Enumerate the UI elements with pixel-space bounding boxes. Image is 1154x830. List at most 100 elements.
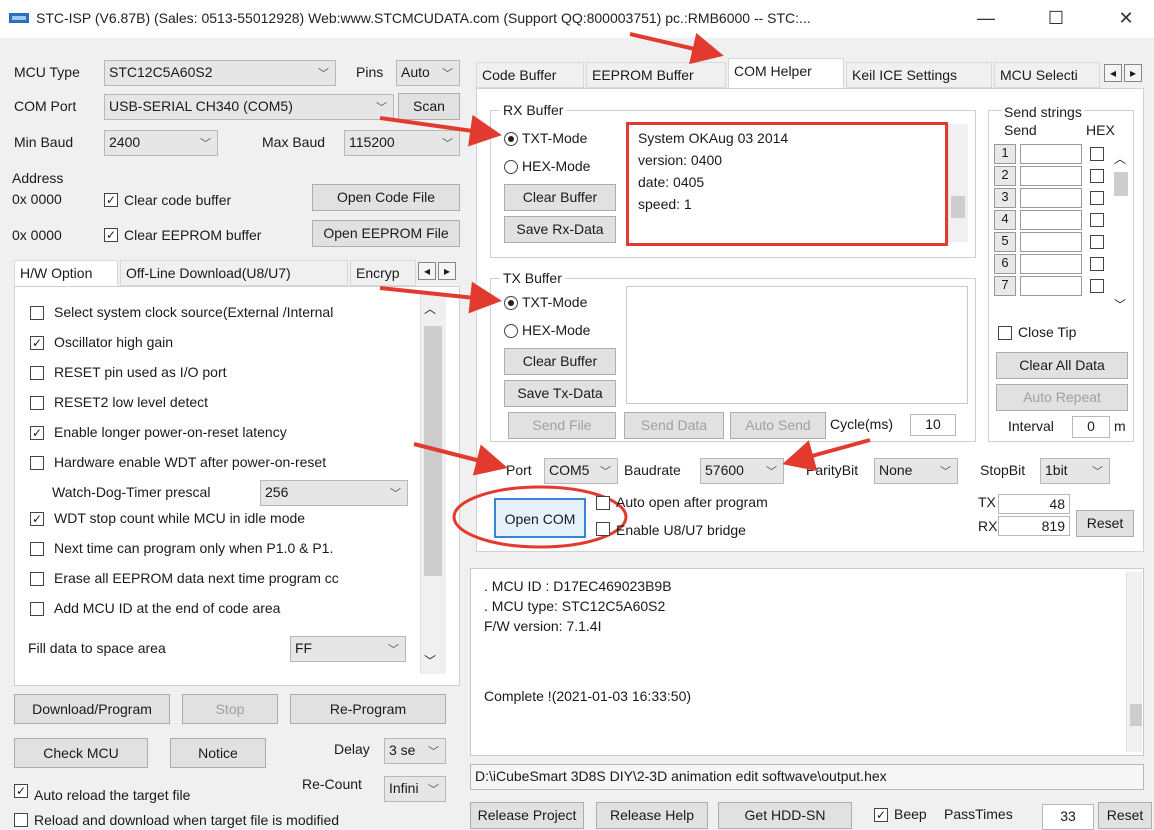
send-hex-checkbox[interactable]	[1090, 235, 1104, 249]
close-button[interactable]: ✕	[1106, 4, 1146, 32]
send-hex-checkbox[interactable]	[1090, 279, 1104, 293]
hw-option-checkbox[interactable]	[30, 602, 44, 616]
hw-option-checkbox[interactable]	[30, 366, 44, 380]
tab-scroll-right-icon[interactable]: ▸	[438, 262, 456, 280]
send-file-button[interactable]: Send File	[508, 412, 616, 439]
minimize-button[interactable]: —	[966, 4, 1006, 32]
pins-select[interactable]: Auto ﹀	[396, 60, 460, 86]
check-mcu-button[interactable]: Check MCU	[14, 738, 148, 768]
clear-all-data-button[interactable]: Clear All Data	[996, 352, 1128, 379]
cycle-input[interactable]: 10	[910, 414, 956, 436]
tx-hex-mode-radio[interactable]	[504, 324, 518, 338]
notice-button[interactable]: Notice	[170, 738, 266, 768]
code-address-field[interactable]: 0x 0000	[8, 188, 96, 214]
rx-hex-mode-radio[interactable]	[504, 160, 518, 174]
hw-option-checkbox[interactable]	[30, 396, 44, 410]
save-rx-data-button[interactable]: Save Rx-Data	[504, 216, 616, 243]
counter-reset-button[interactable]: Reset	[1076, 510, 1134, 537]
tab-code-buffer[interactable]: Code Buffer	[476, 62, 584, 88]
send-string-button[interactable]: 2	[994, 166, 1016, 186]
scroll-up-icon[interactable]: ︿	[424, 300, 436, 317]
send-hex-checkbox[interactable]	[1090, 191, 1104, 205]
send-string-input[interactable]	[1020, 232, 1082, 252]
re-program-button[interactable]: Re-Program	[290, 694, 446, 724]
rx-txt-mode-radio[interactable]	[504, 132, 518, 146]
max-baud-select[interactable]: 115200 ﹀	[344, 130, 460, 156]
open-eeprom-file-button[interactable]: Open EEPROM File	[312, 220, 460, 247]
send-string-button[interactable]: 6	[994, 254, 1016, 274]
send-string-button[interactable]: 1	[994, 144, 1016, 164]
send-string-button[interactable]: 7	[994, 276, 1016, 296]
paritybit-select[interactable]: None ﹀	[874, 458, 958, 484]
tx-data-textarea[interactable]	[626, 286, 968, 404]
send-string-button[interactable]: 4	[994, 210, 1016, 230]
mcu-type-select[interactable]: STC12C5A60S2 ﹀	[104, 60, 336, 86]
fill-data-select[interactable]: FF ﹀	[290, 636, 406, 662]
recount-select[interactable]: Infini ﹀	[384, 776, 446, 802]
release-project-button[interactable]: Release Project	[470, 802, 584, 829]
rx-scrollbar[interactable]	[948, 124, 968, 242]
send-string-input[interactable]	[1020, 276, 1082, 296]
log-scroll-thumb[interactable]	[1130, 704, 1142, 726]
tab-eeprom-buffer[interactable]: EEPROM Buffer	[586, 62, 726, 88]
tab-mcu-selection[interactable]: MCU Selecti	[994, 62, 1100, 88]
hw-option-checkbox[interactable]: ✓	[30, 426, 44, 440]
port-select[interactable]: COM5 ﹀	[544, 458, 618, 484]
reload-download-checkbox[interactable]	[14, 813, 28, 827]
hw-option-checkbox[interactable]: ✓	[30, 336, 44, 350]
tx-clear-buffer-button[interactable]: Clear Buffer	[504, 348, 616, 375]
send-hex-checkbox[interactable]	[1090, 257, 1104, 271]
maximize-button[interactable]: ☐	[1036, 4, 1076, 32]
send-string-input[interactable]	[1020, 254, 1082, 274]
min-baud-select[interactable]: 2400 ﹀	[104, 130, 218, 156]
send-scroll-thumb[interactable]	[1114, 172, 1128, 196]
send-scroll-up-icon[interactable]: ︿	[1114, 150, 1126, 167]
get-hdd-sn-button[interactable]: Get HDD-SN	[718, 802, 852, 829]
hw-option-checkbox[interactable]	[30, 542, 44, 556]
scan-button[interactable]: Scan	[398, 93, 460, 120]
send-string-input[interactable]	[1020, 144, 1082, 164]
rx-clear-buffer-button[interactable]: Clear Buffer	[504, 184, 616, 211]
tab-scroll-left-icon[interactable]: ◂	[1104, 64, 1122, 82]
beep-checkbox[interactable]: ✓	[874, 808, 888, 822]
auto-send-button[interactable]: Auto Send	[730, 412, 826, 439]
hw-option-checkbox[interactable]	[30, 306, 44, 320]
file-path-field[interactable]: D:\iCubeSmart 3D8S DIY\2-3D animation ed…	[470, 764, 1144, 790]
send-hex-checkbox[interactable]	[1090, 147, 1104, 161]
auto-open-checkbox[interactable]	[596, 496, 610, 510]
clear-code-checkbox[interactable]: ✓	[104, 193, 118, 207]
baudrate-select[interactable]: 57600 ﹀	[700, 458, 784, 484]
hw-option-checkbox[interactable]: ✓	[30, 512, 44, 526]
send-string-input[interactable]	[1020, 166, 1082, 186]
interval-input[interactable]: 0	[1072, 416, 1110, 438]
open-code-file-button[interactable]: Open Code File	[312, 184, 460, 211]
send-scroll-down-icon[interactable]: ﹀	[1114, 296, 1126, 313]
send-hex-checkbox[interactable]	[1090, 213, 1104, 227]
rx-scroll-thumb[interactable]	[951, 196, 965, 218]
send-string-button[interactable]: 5	[994, 232, 1016, 252]
save-tx-data-button[interactable]: Save Tx-Data	[504, 380, 616, 407]
auto-repeat-button[interactable]: Auto Repeat	[996, 384, 1128, 411]
tab-hw-option[interactable]: H/W Option	[14, 260, 118, 286]
stopbit-select[interactable]: 1bit ﹀	[1040, 458, 1110, 484]
tab-scroll-right-icon[interactable]: ▸	[1124, 64, 1142, 82]
com-port-select[interactable]: USB-SERIAL CH340 (COM5) ﹀	[104, 94, 394, 120]
wdt-prescale-select[interactable]: 256 ﹀	[260, 480, 408, 506]
tab-encrypt[interactable]: Encryp	[350, 260, 416, 286]
eeprom-address-field[interactable]: 0x 0000	[8, 224, 96, 250]
close-tip-checkbox[interactable]	[998, 326, 1012, 340]
delay-select[interactable]: 3 se ﹀	[384, 738, 446, 764]
send-string-button[interactable]: 3	[994, 188, 1016, 208]
auto-reload-checkbox[interactable]: ✓	[14, 784, 28, 798]
release-help-button[interactable]: Release Help	[596, 802, 708, 829]
send-hex-checkbox[interactable]	[1090, 169, 1104, 183]
send-data-button[interactable]: Send Data	[624, 412, 724, 439]
tab-com-helper[interactable]: COM Helper	[728, 58, 844, 88]
download-program-button[interactable]: Download/Program	[14, 694, 170, 724]
tab-keil-ice[interactable]: Keil ICE Settings	[846, 62, 992, 88]
send-string-input[interactable]	[1020, 210, 1082, 230]
scroll-down-icon[interactable]: ﹀	[424, 652, 436, 669]
pass-reset-button[interactable]: Reset	[1098, 802, 1152, 829]
log-output[interactable]	[470, 568, 1144, 756]
tab-offline-download[interactable]: Off-Line Download(U8/U7)	[120, 260, 348, 286]
